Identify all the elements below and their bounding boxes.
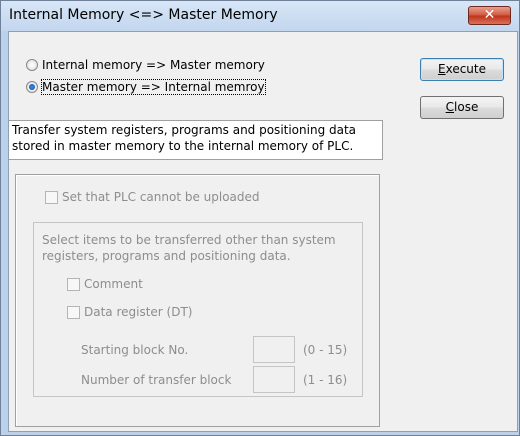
transfer-items-description-line-2: registers, programs and positioning data… [42,249,291,263]
option-master-to-internal-label: Master memory => Internal memroy [41,79,266,95]
starting-block-range: (0 - 15) [303,343,348,357]
window-title: Internal Memory <=> Master Memory [9,7,278,23]
number-of-blocks-input[interactable] [253,366,295,393]
description-line-1: Transfer system registers, programs and … [12,123,357,137]
close-window-button[interactable]: ✕ [468,6,511,25]
data-register-checkbox[interactable] [67,305,80,319]
execute-mnemonic: E [438,62,446,76]
transfer-items-description: Select items to be transferred other tha… [42,232,362,264]
comment-option[interactable]: Comment [67,277,143,291]
close-mnemonic: C [445,100,455,114]
close-icon: ✕ [483,7,496,23]
data-register-option[interactable]: Data register (DT) [67,305,193,319]
data-register-label: Data register (DT) [84,305,193,319]
description-line-2: stored in master memory to the internal … [12,139,354,153]
starting-block-input[interactable] [253,336,295,363]
option-master-to-internal[interactable]: Master memory => Internal memroy [26,79,266,95]
starting-block-label: Starting block No. [81,343,189,357]
comment-checkbox[interactable] [67,277,80,291]
execute-button[interactable]: Execute [420,58,504,81]
transfer-items-description-line-1: Select items to be transferred other tha… [42,233,336,247]
radio-master-to-internal[interactable] [26,81,38,93]
no-upload-option[interactable]: Set that PLC cannot be uploaded [45,190,260,204]
transfer-description: Transfer system registers, programs and … [9,120,383,160]
title-bar[interactable]: Internal Memory <=> Master Memory ✕ [1,1,519,31]
radio-internal-to-master[interactable] [26,59,38,71]
dialog-window: Internal Memory <=> Master Memory ✕ Inte… [0,0,520,436]
execute-label: xecute [445,62,486,76]
no-upload-label: Set that PLC cannot be uploaded [62,190,260,204]
dialog-client-area: Internal memory => Master memory Master … [8,31,518,432]
close-label: lose [454,100,479,114]
close-button[interactable]: Close [420,96,504,119]
option-internal-to-master-label: Internal memory => Master memory [42,58,265,72]
option-internal-to-master[interactable]: Internal memory => Master memory [26,58,265,72]
comment-label: Comment [84,277,143,291]
number-of-blocks-range: (1 - 16) [303,373,348,387]
no-upload-checkbox[interactable] [45,190,58,204]
number-of-blocks-label: Number of transfer block [81,373,232,387]
